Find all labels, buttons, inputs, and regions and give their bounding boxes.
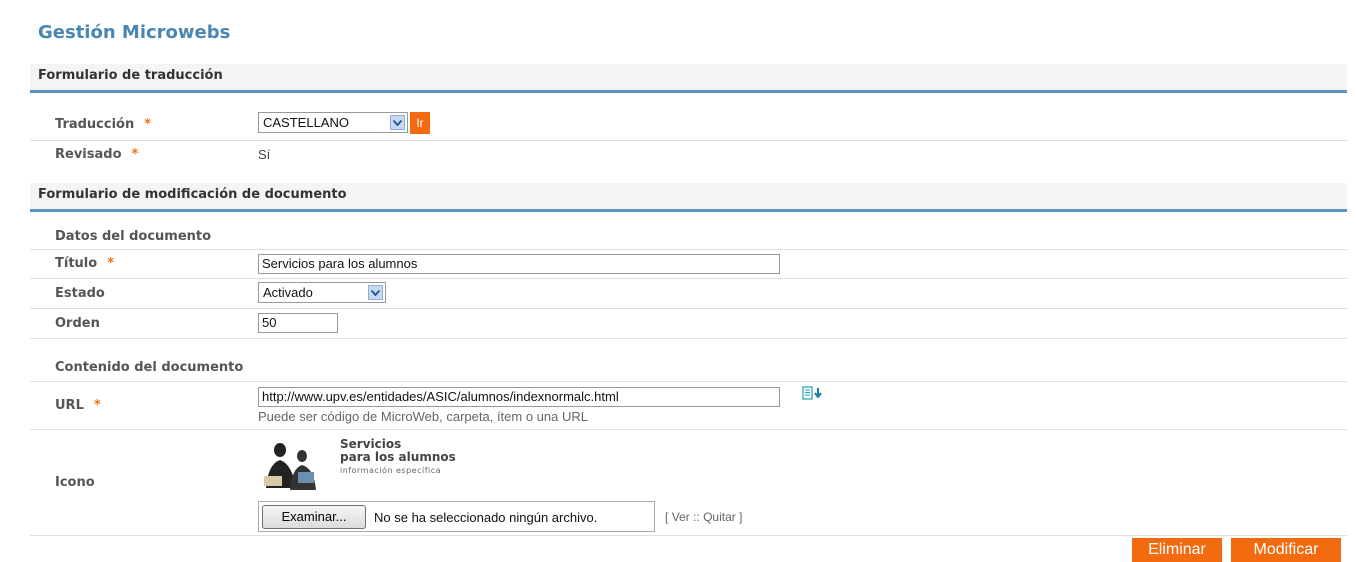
document-form-title: Formulario de modificación de documento [38, 187, 347, 202]
icon-image-line3: información específica [340, 466, 442, 475]
translation-label: Traducción * [55, 117, 152, 132]
page-title: Gestión Microwebs [38, 22, 231, 43]
revisado-row: Revisado * Sí [30, 141, 1347, 169]
icono-label: Icono [55, 475, 95, 490]
delete-button[interactable]: Eliminar [1132, 538, 1222, 562]
required-mark: * [93, 398, 101, 413]
file-status: No se ha seleccionado ningún archivo. [374, 510, 598, 525]
chevron-down-icon [368, 285, 383, 300]
revisado-label: Revisado * [55, 147, 139, 162]
icon-preview-image: Servicios para los alumnos información e… [258, 438, 478, 492]
translation-select[interactable]: CASTELLANO [258, 112, 408, 133]
ver-link[interactable]: Ver [672, 510, 690, 524]
browse-button[interactable]: Examinar... [262, 505, 366, 529]
translation-row: Traducción * CASTELLANO Ir [30, 110, 1347, 141]
estado-select-value: Activado [263, 285, 313, 300]
contenido-heading: Contenido del documento [55, 360, 244, 375]
contenido-heading-row: Contenido del documento [30, 357, 1347, 382]
modify-button[interactable]: Modificar [1231, 538, 1341, 562]
icon-actions: [ Ver :: Quitar ] [665, 510, 743, 524]
estado-select[interactable]: Activado [258, 282, 386, 303]
required-mark: * [144, 117, 152, 132]
revisado-value: Sí [258, 147, 271, 162]
translation-select-value: CASTELLANO [263, 115, 349, 130]
required-mark: * [107, 256, 114, 271]
orden-input[interactable]: 50 [258, 313, 338, 333]
url-input[interactable]: http://www.upv.es/entidades/ASIC/alumnos… [258, 387, 780, 407]
chevron-down-icon [390, 115, 405, 130]
estado-label: Estado [55, 286, 105, 301]
titulo-label: Título * [55, 256, 114, 271]
url-hint: Puede ser código de MicroWeb, carpeta, í… [258, 409, 588, 424]
datos-heading: Datos del documento [55, 229, 212, 244]
titulo-row: Título * Servicios para los alumnos [30, 250, 1347, 279]
icon-image-line2: para los alumnos [340, 450, 456, 464]
quitar-link[interactable]: Quitar [703, 510, 736, 524]
estado-row: Estado Activado [30, 279, 1347, 309]
translation-form-header: Formulario de traducción [30, 64, 1347, 93]
titulo-input[interactable]: Servicios para los alumnos [258, 254, 780, 274]
orden-label: Orden [55, 316, 100, 331]
url-label: URL * [55, 398, 101, 413]
icon-image-line1: Servicios [340, 437, 402, 451]
datos-heading-row: Datos del documento [30, 225, 1347, 250]
required-mark: * [131, 147, 139, 162]
document-form-header: Formulario de modificación de documento [30, 183, 1347, 212]
url-row: URL * http://www.upv.es/entidades/ASIC/al… [30, 382, 1347, 430]
go-button[interactable]: Ir [410, 112, 430, 134]
orden-row: Orden 50 [30, 309, 1347, 339]
students-icon [264, 443, 316, 490]
translation-form-title: Formulario de traducción [38, 68, 223, 83]
document-download-icon[interactable] [802, 386, 832, 400]
